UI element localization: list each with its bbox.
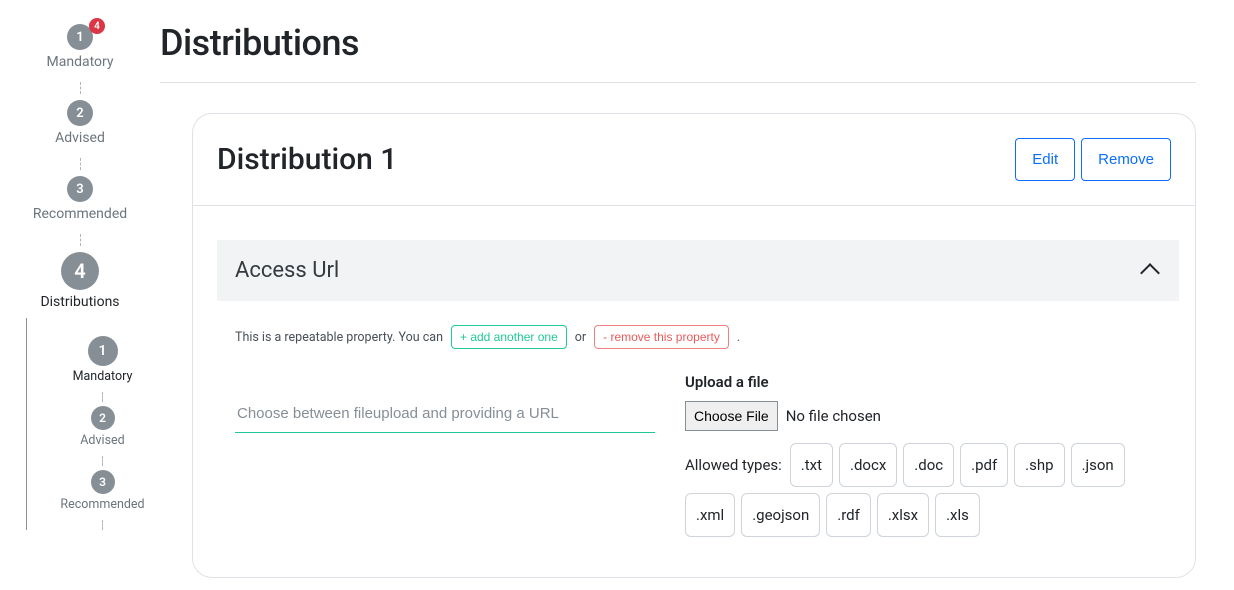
- step-label: Distributions: [40, 294, 119, 310]
- hint-suffix: .: [737, 330, 740, 345]
- file-status: No file chosen: [786, 407, 881, 425]
- step-connector: [80, 158, 81, 170]
- step-advised[interactable]: 2 Advised: [0, 100, 160, 146]
- page-title: Distributions: [160, 22, 1196, 64]
- step-distributions[interactable]: 4 Distributions: [0, 252, 160, 310]
- accordion-header[interactable]: Access Url: [217, 240, 1179, 301]
- substep-number-text: 1: [99, 343, 107, 359]
- filetype-chip: .doc: [903, 443, 954, 487]
- chevron-up-icon: [1139, 260, 1161, 282]
- step-number-text: 2: [76, 106, 83, 121]
- hint-prefix: This is a repeatable property. You can: [235, 330, 443, 345]
- substep-advised[interactable]: 2 Advised: [45, 406, 160, 448]
- substep-number: 3: [91, 470, 115, 494]
- filetype-chip: .pdf: [960, 443, 1008, 487]
- file-chooser-row: Choose File No file chosen: [685, 401, 1161, 431]
- card-title: Distribution 1: [217, 142, 397, 177]
- access-url-input[interactable]: [235, 395, 655, 433]
- add-property-button[interactable]: + add another one: [451, 325, 567, 349]
- filetype-chip: .docx: [839, 443, 897, 487]
- substep-label: Advised: [80, 433, 124, 448]
- step-connector: [80, 234, 81, 246]
- step-number: 4: [61, 252, 99, 290]
- substep-label: Recommended: [60, 497, 144, 512]
- step-number: 1 4: [67, 24, 93, 50]
- remove-property-button[interactable]: - remove this property: [594, 325, 729, 349]
- substep-tree: 1 Mandatory 2 Advised 3 Recommended: [26, 318, 160, 530]
- substep-connector: [102, 520, 103, 530]
- allowed-types-label: Allowed types:: [685, 456, 782, 474]
- substep-mandatory[interactable]: 1 Mandatory: [45, 336, 160, 384]
- substep-number-text: 3: [99, 475, 106, 489]
- hint-or: or: [575, 330, 586, 345]
- distribution-card: Distribution 1 Edit Remove Access Url Th…: [192, 113, 1196, 578]
- filetype-chip: .shp: [1014, 443, 1064, 487]
- substep-recommended[interactable]: 3 Recommended: [45, 470, 160, 512]
- filetype-chip: .json: [1071, 443, 1125, 487]
- step-label: Advised: [55, 130, 105, 146]
- remove-button[interactable]: Remove: [1081, 138, 1171, 181]
- accordion-title: Access Url: [235, 258, 339, 283]
- access-url-accordion: Access Url This is a repeatable property…: [217, 240, 1179, 537]
- card-actions: Edit Remove: [1015, 138, 1171, 181]
- filetype-chip: .xls: [935, 493, 980, 537]
- step-mandatory[interactable]: 1 4 Mandatory: [0, 24, 160, 70]
- title-divider: [160, 82, 1196, 83]
- substep-connector: [102, 456, 103, 466]
- choose-file-button[interactable]: Choose File: [685, 401, 778, 431]
- notification-badge: 4: [89, 18, 105, 34]
- substep-number: 2: [91, 406, 115, 430]
- step-number: 3: [67, 176, 93, 202]
- main-content: Distributions Distribution 1 Edit Remove…: [160, 0, 1234, 590]
- step-connector: [80, 82, 81, 94]
- upload-label: Upload a file: [685, 373, 1161, 391]
- substep-number-text: 2: [99, 411, 106, 425]
- step-number-text: 4: [74, 259, 85, 283]
- substep-label: Mandatory: [73, 369, 133, 384]
- filetype-chip: .xml: [685, 493, 735, 537]
- substep-connector: [102, 392, 103, 402]
- accordion-body: This is a repeatable property. You can +…: [217, 301, 1179, 537]
- step-number-text: 1: [76, 30, 83, 45]
- allowed-types-row: Allowed types: .txt .docx .doc .pdf .shp…: [685, 443, 1125, 537]
- step-label: Mandatory: [47, 54, 114, 70]
- step-number: 2: [67, 100, 93, 126]
- card-header: Distribution 1 Edit Remove: [193, 138, 1195, 206]
- filetype-chip: .geojson: [741, 493, 820, 537]
- edit-button[interactable]: Edit: [1015, 138, 1075, 181]
- filetype-chip: .txt: [790, 443, 833, 487]
- step-label: Recommended: [33, 206, 127, 222]
- stepper-sidebar: 1 4 Mandatory 2 Advised 3 Recommended 4 …: [0, 0, 160, 590]
- filetype-chip: .rdf: [826, 493, 871, 537]
- substep-number: 1: [88, 336, 118, 366]
- upload-block: Upload a file Choose File No file chosen…: [685, 373, 1161, 537]
- step-number-text: 3: [76, 182, 83, 197]
- fields-row: Upload a file Choose File No file chosen…: [235, 373, 1161, 537]
- step-recommended[interactable]: 3 Recommended: [0, 176, 160, 222]
- filetype-chip: .xlsx: [877, 493, 929, 537]
- repeatable-hint: This is a repeatable property. You can +…: [235, 325, 1161, 349]
